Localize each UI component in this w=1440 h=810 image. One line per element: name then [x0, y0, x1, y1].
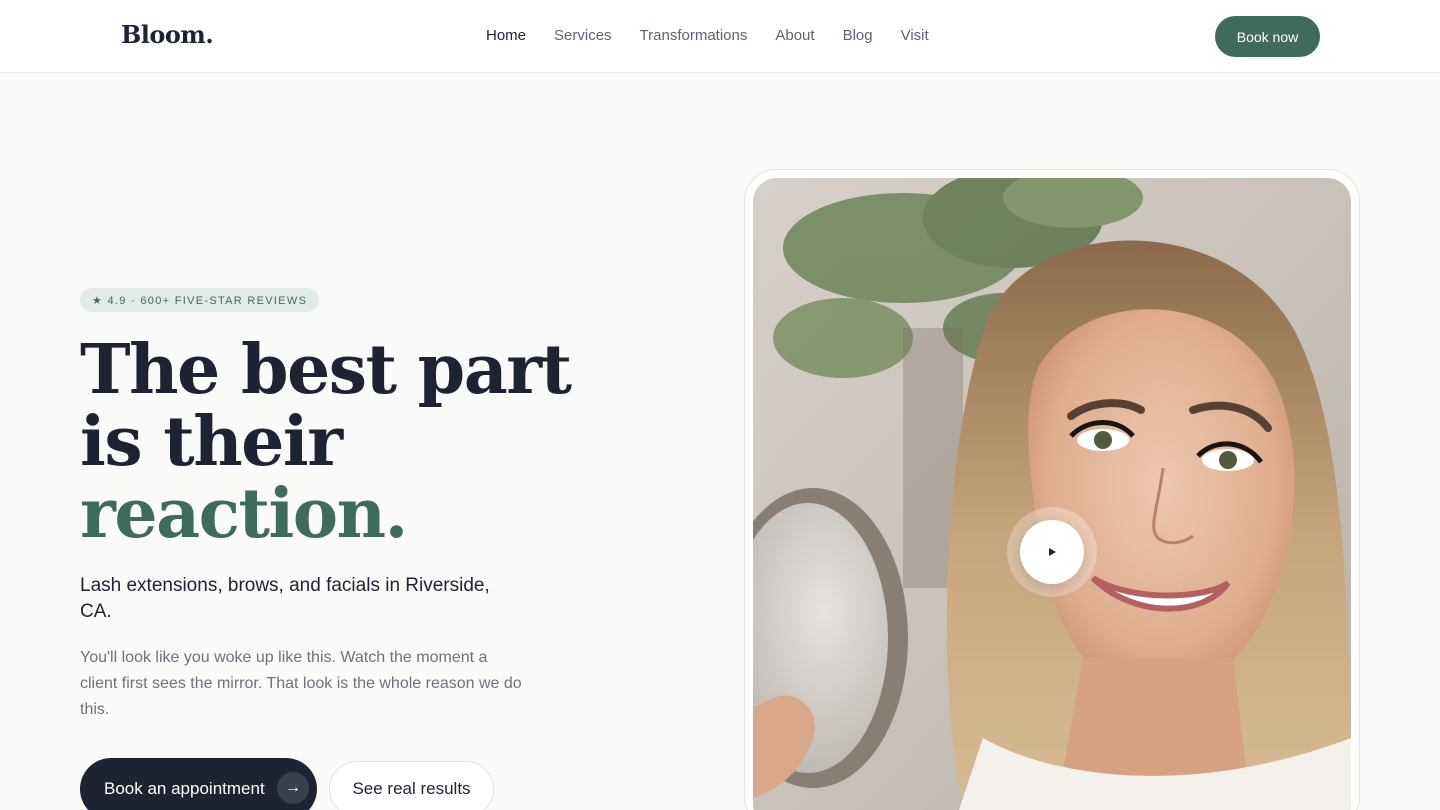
- headline-line-1: The best part: [80, 330, 572, 410]
- hero-lead: Lash extensions, brows, and facials in R…: [80, 575, 490, 622]
- play-button[interactable]: [1020, 520, 1084, 584]
- headline-accent: reaction.: [80, 474, 408, 554]
- book-appointment-button[interactable]: Book an appointment →: [80, 758, 317, 810]
- hero-video[interactable]: [753, 178, 1351, 810]
- nav-about[interactable]: About: [775, 27, 814, 44]
- arrow-right-icon: →: [277, 772, 309, 804]
- nav-services[interactable]: Services: [554, 27, 612, 44]
- headline-line-2: is their: [80, 402, 343, 482]
- nav-home[interactable]: Home: [486, 27, 526, 44]
- nav-transformations[interactable]: Transformations: [640, 27, 748, 44]
- site-header: Bloom. Home Services Transformations Abo…: [0, 0, 1440, 73]
- brand-logo[interactable]: Bloom.: [121, 20, 214, 49]
- see-results-button[interactable]: See real results: [329, 761, 494, 810]
- rating-badge: ★ 4.9 · 600+ FIVE-STAR REVIEWS: [80, 288, 320, 312]
- hero-body: You'll look like you woke up like this. …: [80, 649, 522, 718]
- main-nav: Home Services Transformations About Blog…: [486, 27, 957, 44]
- nav-blog[interactable]: Blog: [843, 27, 873, 44]
- nav-visit[interactable]: Visit: [901, 27, 929, 44]
- hero-headline: The best part is their reaction.: [80, 334, 640, 550]
- book-appointment-label: Book an appointment: [104, 779, 265, 798]
- hero-video-thumbnail: [753, 178, 1351, 810]
- play-icon: [1049, 548, 1056, 556]
- book-now-button[interactable]: Book now: [1215, 16, 1320, 57]
